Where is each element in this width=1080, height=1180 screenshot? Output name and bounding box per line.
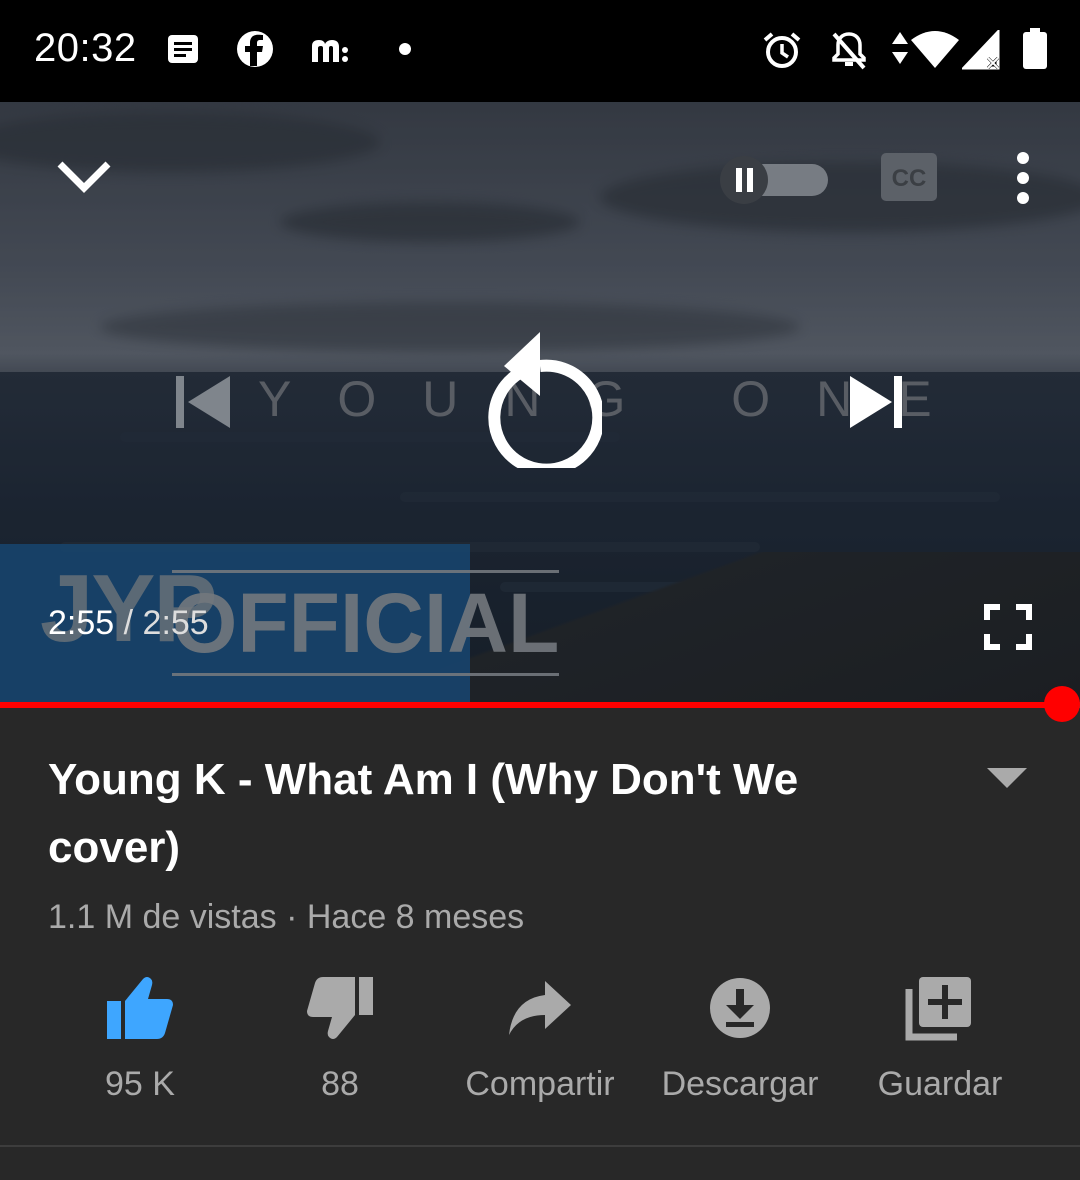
download-icon <box>710 978 770 1038</box>
message-notification-icon <box>168 35 198 63</box>
thumbs-up-icon <box>107 977 173 1039</box>
action-bar: 95 K 88 Compartir Descargar Guardar <box>40 975 1040 1115</box>
previous-icon[interactable] <box>174 374 234 430</box>
status-bar: 20:32 <box>0 0 1080 102</box>
download-button[interactable]: Descargar <box>640 975 840 1104</box>
captions-icon[interactable]: CC <box>880 152 938 202</box>
data-arrows-icon <box>892 32 908 64</box>
m-app-icon <box>312 40 348 62</box>
notifications-off-icon <box>832 32 866 70</box>
fullscreen-icon[interactable] <box>984 604 1032 650</box>
share-button[interactable]: Compartir <box>440 975 640 1104</box>
cell-signal-icon <box>962 30 1000 70</box>
progress-fill <box>0 702 1062 708</box>
dislike-count: 88 <box>321 1065 359 1103</box>
alarm-icon <box>763 32 801 68</box>
dislike-button[interactable]: 88 <box>240 975 440 1104</box>
autoplay-toggle[interactable] <box>720 156 828 204</box>
dot-icon <box>399 43 411 55</box>
expand-description-icon[interactable] <box>986 766 1028 790</box>
pause-icon <box>720 156 768 204</box>
duration: 2:55 <box>142 604 209 642</box>
like-count: 95 K <box>105 1065 175 1103</box>
time-separator: / <box>114 604 143 642</box>
share-icon <box>509 981 571 1035</box>
svg-text:CC: CC <box>892 165 927 192</box>
wifi-icon <box>911 31 959 68</box>
divider <box>0 1145 1080 1147</box>
download-label: Descargar <box>661 1065 819 1103</box>
save-button[interactable]: Guardar <box>840 975 1040 1104</box>
elapsed-time: 2:55 <box>48 604 115 642</box>
video-meta: 1.1 M de vistas · Hace 8 meses <box>48 898 525 936</box>
progress-bar[interactable] <box>0 702 1080 708</box>
like-button[interactable]: 95 K <box>40 975 240 1104</box>
scrubber-handle[interactable] <box>1044 686 1080 722</box>
time-display: 2:55 / 2:55 <box>48 604 209 643</box>
battery-icon <box>1023 28 1047 69</box>
save-label: Guardar <box>877 1065 1003 1103</box>
minimize-chevron-icon[interactable] <box>56 158 112 194</box>
replay-icon[interactable] <box>478 324 602 468</box>
next-icon[interactable] <box>848 374 908 430</box>
video-player[interactable]: YOUNG ONE JYP OFFICIAL CC 2:55 / 2:55 <box>0 102 1080 702</box>
add-to-playlist-icon <box>905 977 971 1041</box>
video-title[interactable]: Young K - What Am I (Why Don't We cover) <box>48 746 908 882</box>
more-options-icon[interactable] <box>1010 152 1036 204</box>
facebook-icon <box>237 31 273 67</box>
status-time: 20:32 <box>34 26 137 70</box>
thumbs-down-icon <box>307 977 373 1039</box>
share-label: Compartir <box>465 1065 615 1103</box>
